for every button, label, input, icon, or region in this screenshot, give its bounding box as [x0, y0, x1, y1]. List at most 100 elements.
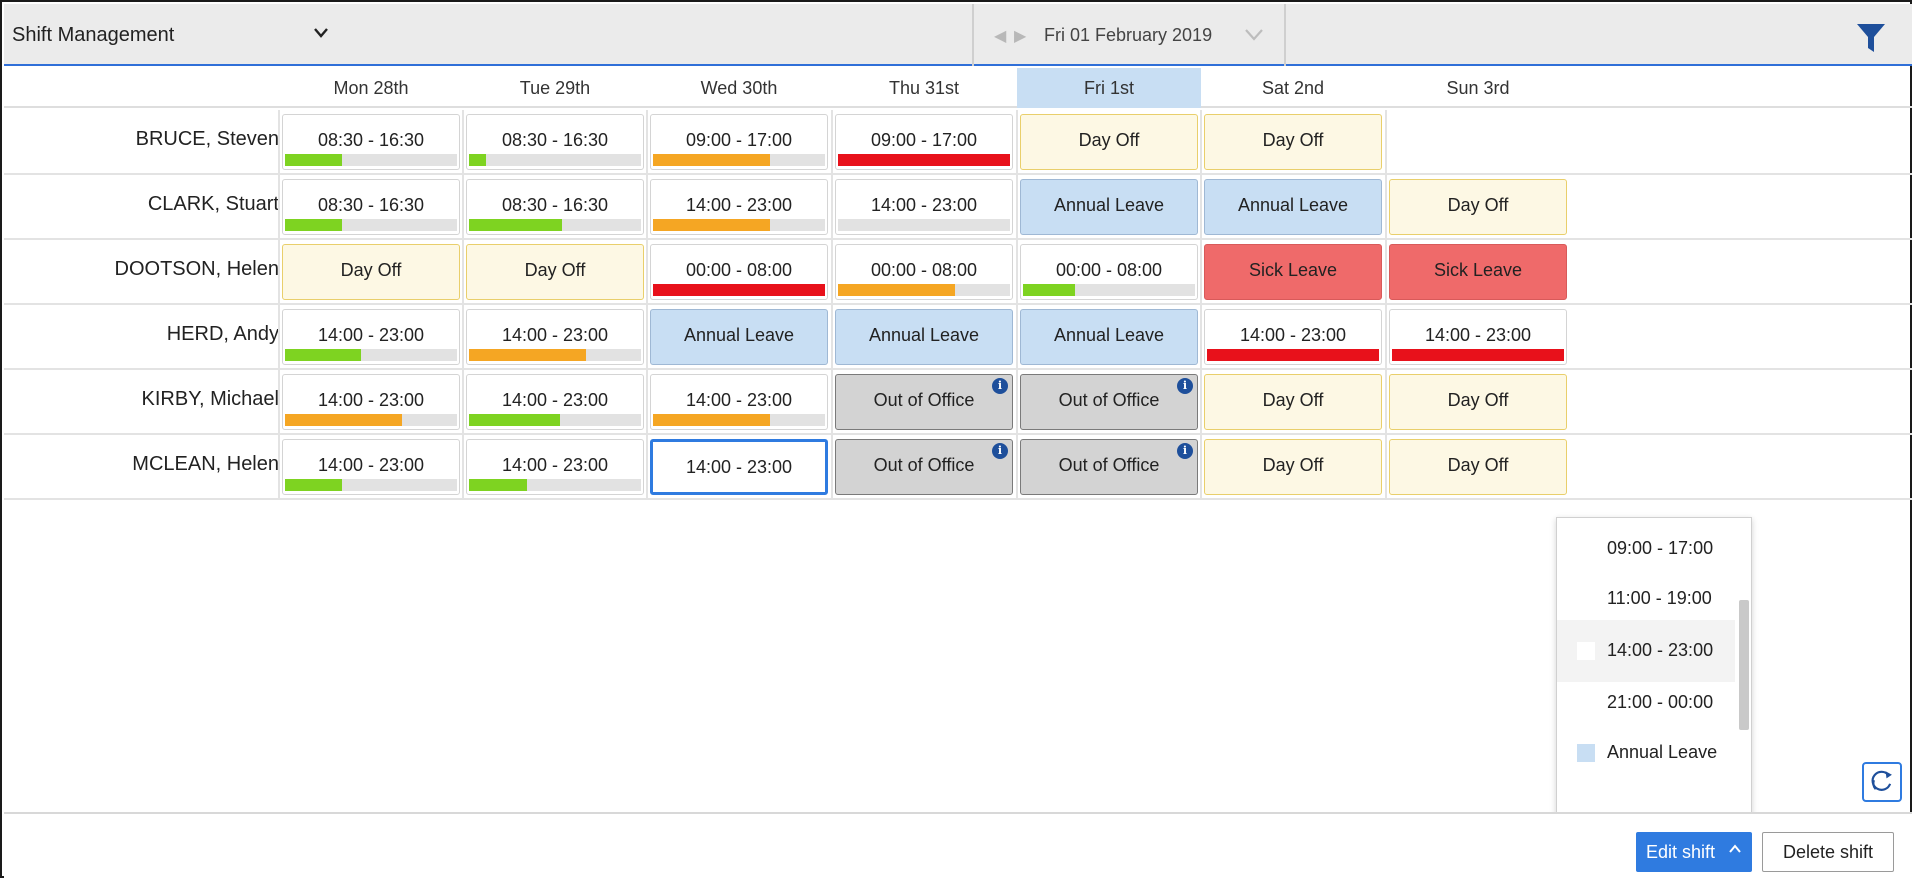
- column-divider: [1200, 175, 1202, 240]
- shift-cell[interactable]: 08:30 - 16:30: [282, 179, 460, 235]
- chevron-down-icon[interactable]: [312, 26, 330, 40]
- app-window: Shift Management ◀ ▶ Fri 01 February 201…: [0, 0, 1912, 878]
- shift-cell[interactable]: Day Off: [1204, 374, 1382, 430]
- shift-cell[interactable]: Out of Office i: [1020, 374, 1198, 430]
- shift-cell[interactable]: 08:30 - 16:30: [466, 114, 644, 170]
- employee-name: DOOTSON, Helen: [114, 258, 279, 280]
- shift-progress-fill: [1207, 349, 1379, 361]
- shift-label: 14:00 - 23:00: [685, 390, 793, 410]
- employee-row: BRUCE, Steven 08:30 - 16:30 08:30 - 16:30 0…: [4, 110, 1912, 175]
- column-divider: [646, 175, 648, 240]
- shift-cell[interactable]: Day Off: [466, 244, 644, 300]
- shift-cell[interactable]: Out of Office i: [835, 374, 1013, 430]
- shift-cell[interactable]: Sick Leave: [1389, 244, 1567, 300]
- shift-label: Sick Leave: [1248, 260, 1338, 280]
- shift-cell[interactable]: 08:30 - 16:30: [466, 179, 644, 235]
- shift-label: Annual Leave: [683, 325, 795, 345]
- shift-cell[interactable]: 09:00 - 17:00: [650, 114, 828, 170]
- employee-row: KIRBY, Michael 14:00 - 23:00 14:00 - 23:00…: [4, 370, 1912, 435]
- shift-label: Out of Office: [873, 390, 975, 410]
- shift-cell[interactable]: 14:00 - 23:00: [282, 309, 460, 365]
- shift-label: 14:00 - 23:00: [501, 390, 609, 410]
- shift-progress-fill: [838, 154, 1010, 166]
- edit-shift-button[interactable]: Edit shift: [1636, 832, 1752, 872]
- dropdown-option-label: 09:00 - 17:00: [1607, 538, 1714, 558]
- app-title: Shift Management: [12, 24, 175, 46]
- date-dropdown-icon[interactable]: [1244, 28, 1264, 42]
- shift-progress-bar: [285, 349, 457, 361]
- next-date-icon[interactable]: ▶: [1014, 26, 1026, 46]
- dropdown-option[interactable]: Annual Leave: [1557, 722, 1735, 784]
- info-icon[interactable]: i: [1177, 443, 1193, 459]
- shift-cell[interactable]: 14:00 - 23:00: [466, 309, 644, 365]
- shift-cell[interactable]: Day Off: [282, 244, 460, 300]
- shift-cell[interactable]: 00:00 - 08:00: [835, 244, 1013, 300]
- shift-label: Day Off: [1447, 455, 1509, 475]
- shift-progress-fill: [838, 284, 955, 296]
- employee-name: BRUCE, Steven: [135, 128, 279, 150]
- column-divider: [646, 305, 648, 370]
- column-divider: [646, 110, 648, 175]
- app-selector[interactable]: Shift Management: [4, 4, 972, 64]
- shift-cell[interactable]: 08:30 - 16:30: [282, 114, 460, 170]
- info-icon[interactable]: i: [992, 378, 1008, 394]
- refresh-icon: [1871, 770, 1892, 791]
- date-picker[interactable]: ◀ ▶ Fri 01 February 2019: [972, 4, 1286, 66]
- column-divider: [831, 240, 833, 305]
- prev-date-icon[interactable]: ◀: [994, 26, 1006, 46]
- shift-cell[interactable]: Day Off: [1204, 439, 1382, 495]
- filter-icon[interactable]: [1856, 22, 1886, 54]
- dropdown-option-label: 11:00 - 19:00: [1607, 588, 1712, 608]
- shift-cell[interactable]: Day Off: [1389, 374, 1567, 430]
- shift-progress-bar: [469, 349, 641, 361]
- shift-progress-bar: [838, 154, 1010, 166]
- shift-cell[interactable]: 09:00 - 17:00: [835, 114, 1013, 170]
- shift-progress-fill: [653, 219, 770, 231]
- shift-progress-fill: [653, 154, 770, 166]
- shift-cell[interactable]: Out of Office i: [1020, 439, 1198, 495]
- shift-cell[interactable]: Annual Leave: [1204, 179, 1382, 235]
- shift-progress-fill: [285, 349, 361, 361]
- shift-cell[interactable]: 14:00 - 23:00: [1204, 309, 1382, 365]
- shift-label: Day Off: [524, 260, 586, 280]
- column-divider: [831, 110, 833, 175]
- refresh-button[interactable]: [1862, 762, 1902, 802]
- shift-cell[interactable]: 14:00 - 23:00: [282, 439, 460, 495]
- shift-progress-fill: [285, 479, 342, 491]
- shift-cell[interactable]: 14:00 - 23:00: [282, 374, 460, 430]
- shift-cell[interactable]: Annual Leave: [1020, 179, 1198, 235]
- shift-progress-fill: [285, 414, 402, 426]
- shift-cell[interactable]: Annual Leave: [835, 309, 1013, 365]
- shift-cell[interactable]: 00:00 - 08:00: [1020, 244, 1198, 300]
- shift-cell[interactable]: 14:00 - 23:00: [650, 374, 828, 430]
- shift-cell[interactable]: 00:00 - 08:00: [650, 244, 828, 300]
- shift-cell[interactable]: Annual Leave: [1020, 309, 1198, 365]
- info-icon[interactable]: i: [992, 443, 1008, 459]
- shift-progress-bar: [838, 284, 1010, 296]
- shift-cell[interactable]: 14:00 - 23:00: [466, 374, 644, 430]
- column-divider: [1016, 110, 1018, 175]
- shift-progress-bar: [653, 154, 825, 166]
- shift-cell[interactable]: 14:00 - 23:00: [466, 439, 644, 495]
- shift-cell[interactable]: Day Off: [1389, 179, 1567, 235]
- shift-label: 14:00 - 23:00: [501, 455, 609, 475]
- shift-cell[interactable]: Annual Leave: [650, 309, 828, 365]
- shift-cell[interactable]: 14:00 - 23:00: [835, 179, 1013, 235]
- shift-cell[interactable]: 14:00 - 23:00: [650, 179, 828, 235]
- delete-shift-button[interactable]: Delete shift: [1762, 832, 1894, 872]
- shift-cell[interactable]: Out of Office i: [835, 439, 1013, 495]
- shift-cell[interactable]: Sick Leave: [1204, 244, 1382, 300]
- column-divider: [278, 305, 280, 370]
- shift-cell[interactable]: Day Off: [1204, 114, 1382, 170]
- shift-label: 08:30 - 16:30: [317, 195, 425, 215]
- column-divider: [1385, 435, 1387, 500]
- shift-cell[interactable]: 14:00 - 23:00: [1389, 309, 1567, 365]
- shift-cell[interactable]: Day Off: [1389, 439, 1567, 495]
- shift-label: 08:30 - 16:30: [501, 130, 609, 150]
- shift-label: Day Off: [1447, 195, 1509, 215]
- dropdown-scrollbar-thumb[interactable]: [1739, 600, 1749, 730]
- shift-cell[interactable]: Day Off: [1020, 114, 1198, 170]
- column-divider: [646, 435, 648, 500]
- shift-cell[interactable]: 14:00 - 23:00: [650, 439, 828, 495]
- info-icon[interactable]: i: [1177, 378, 1193, 394]
